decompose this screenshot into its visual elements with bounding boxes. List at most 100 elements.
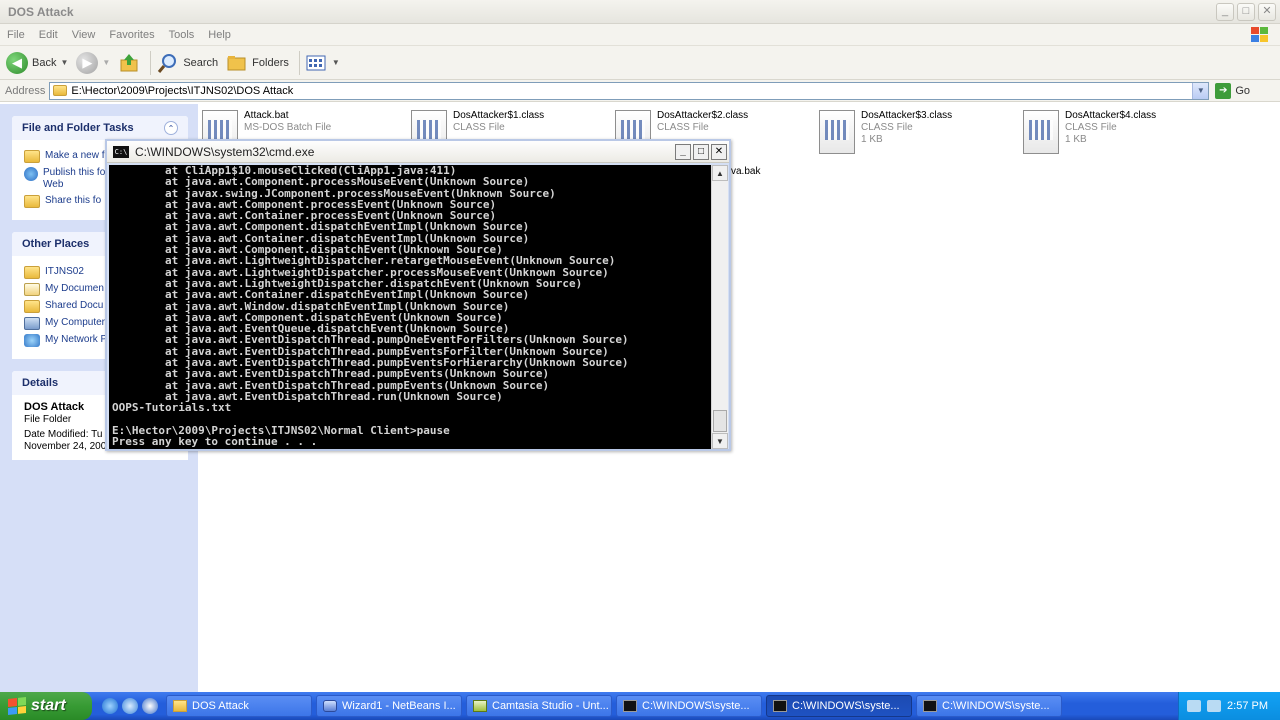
search-button[interactable]: Search — [157, 52, 218, 74]
cmd-titlebar[interactable]: C:\ C:\WINDOWS\system32\cmd.exe _ □ ✕ — [107, 141, 729, 163]
close-button[interactable]: ✕ — [1258, 2, 1276, 21]
console-output: at CliApp1$10.mouseClicked(CliApp1.java:… — [109, 165, 713, 447]
console-line: at java.awt.LightweightDispatcher.retarg… — [112, 254, 616, 268]
address-bar: Address E:\Hector\2009\Projects\ITJNS02\… — [0, 80, 1280, 102]
forward-button[interactable]: ▶ ▼ — [76, 51, 110, 74]
views-button[interactable]: ▼ — [306, 54, 340, 72]
file-type: CLASS File — [1065, 122, 1117, 133]
start-button[interactable]: start — [0, 692, 92, 720]
folder-icon — [173, 700, 187, 712]
menu-view[interactable]: View — [65, 29, 103, 41]
panel-title: Other Places — [22, 238, 90, 250]
console-line: Press any key to continue . . . — [112, 435, 318, 449]
folders-button[interactable]: Folders — [226, 53, 289, 73]
internet-explorer-icon[interactable] — [102, 698, 118, 714]
scroll-up-icon[interactable]: ▲ — [712, 165, 728, 181]
taskbar-button[interactable]: C:\WINDOWS\syste... — [766, 695, 912, 717]
forward-dropdown-icon[interactable]: ▼ — [102, 58, 110, 67]
taskbar-button[interactable]: Camtasia Studio - Unt... — [466, 695, 612, 717]
cmd-scrollbar[interactable]: ▲ ▼ — [711, 165, 728, 449]
taskbar-button[interactable]: Wizard1 - NetBeans I... — [316, 695, 462, 717]
clock[interactable]: 2:57 PM — [1227, 700, 1268, 712]
file-item[interactable]: DosAttacker$4.class CLASS File 1 KB — [1023, 110, 1156, 154]
file-type: CLASS File — [861, 122, 913, 133]
window-controls: _ □ ✕ — [1216, 2, 1276, 21]
task-label-cont: Web — [43, 179, 64, 190]
collapse-icon[interactable]: ⌃ — [164, 121, 178, 135]
toolbar-separator — [298, 50, 300, 75]
up-folder-button[interactable] — [118, 52, 140, 74]
address-dropdown-icon[interactable]: ▼ — [1192, 82, 1209, 99]
maximize-button[interactable]: □ — [1237, 2, 1255, 21]
taskbar-button[interactable]: C:\WINDOWS\syste... — [616, 695, 762, 717]
back-label: Back — [32, 56, 57, 69]
cmd-icon — [623, 700, 637, 712]
task-label: Make a new f — [45, 150, 105, 161]
taskbar-button-label: C:\WINDOWS\syste... — [642, 700, 750, 712]
start-label: start — [31, 697, 66, 714]
cmd-minimize-button[interactable]: _ — [675, 143, 691, 160]
folder-icon — [24, 150, 40, 163]
netbeans-icon — [323, 700, 337, 712]
address-path: E:\Hector\2009\Projects\ITJNS02\DOS Atta… — [71, 84, 294, 97]
volume-tray-icon[interactable] — [1207, 700, 1222, 712]
file-size: 1 KB — [1065, 134, 1087, 145]
folder-icon — [53, 85, 68, 96]
browser-icon[interactable] — [122, 698, 138, 714]
cmd-console[interactable]: at CliApp1$10.mouseClicked(CliApp1.java:… — [109, 165, 713, 449]
taskbar-button[interactable]: DOS Attack — [166, 695, 312, 717]
search-label: Search — [183, 56, 219, 69]
taskbar-button[interactable]: C:\WINDOWS\syste... — [916, 695, 1062, 717]
file-item[interactable]: va.bak — [731, 166, 760, 178]
back-arrow-icon: ◀ — [6, 51, 28, 74]
go-arrow-icon: ➔ — [1215, 82, 1232, 99]
quick-launch — [102, 698, 158, 714]
explorer-titlebar[interactable]: DOS Attack _ □ ✕ — [0, 0, 1280, 24]
file-item[interactable]: DosAttacker$3.class CLASS File 1 KB — [819, 110, 952, 154]
toolbar: ◀ Back ▼ ▶ ▼ Search Folders ▼ — [0, 46, 1280, 80]
scroll-down-icon[interactable]: ▼ — [712, 433, 728, 449]
file-name: DosAttacker$1.class — [453, 110, 545, 121]
file-folder-tasks-header[interactable]: File and Folder Tasks ⌃ — [12, 116, 188, 140]
go-label: Go — [1235, 84, 1251, 97]
minimize-button[interactable]: _ — [1216, 2, 1234, 21]
computer-icon — [24, 317, 40, 330]
folders-label: Folders — [252, 56, 289, 69]
file-name: DosAttacker$2.class — [657, 110, 749, 121]
taskbar-buttons: DOS Attack Wizard1 - NetBeans I... Camtasi… — [166, 695, 1066, 717]
cmd-icon — [773, 700, 787, 712]
scroll-thumb[interactable] — [713, 410, 727, 432]
console-line: at java.awt.Container.dispatchEventImpl(… — [112, 288, 530, 302]
menu-favorites[interactable]: Favorites — [102, 29, 161, 41]
console-line: at java.awt.Component.processMouseEvent(… — [112, 175, 530, 189]
windows-flag-icon — [8, 697, 26, 715]
console-line: at java.awt.EventDispatchThread.pumpEven… — [112, 367, 550, 381]
network-tray-icon[interactable] — [1187, 700, 1202, 712]
go-button[interactable]: ➔ Go — [1215, 82, 1251, 99]
task-label: Publish this fo — [43, 167, 106, 178]
windows-logo-icon — [1251, 27, 1268, 42]
back-dropdown-icon[interactable]: ▼ — [60, 58, 68, 67]
camtasia-icon — [473, 700, 487, 712]
globe-icon — [24, 167, 38, 181]
menu-tools[interactable]: Tools — [162, 29, 202, 41]
folder-icon — [24, 266, 40, 279]
menu-file[interactable]: File — [0, 29, 32, 41]
window-title: DOS Attack — [8, 4, 74, 19]
taskbar-button-label: DOS Attack — [192, 700, 249, 712]
back-button[interactable]: ◀ Back ▼ — [6, 51, 68, 74]
taskbar: start DOS Attack Wizard1 - NetBeans I... C… — [0, 692, 1280, 720]
address-input[interactable]: E:\Hector\2009\Projects\ITJNS02\DOS Atta… — [49, 81, 1210, 100]
search-icon — [158, 53, 177, 73]
panel-title: Details — [22, 377, 59, 389]
place-label: Shared Docu — [45, 300, 104, 311]
media-player-icon[interactable] — [142, 698, 158, 714]
menu-help[interactable]: Help — [201, 29, 238, 41]
file-type: MS-DOS Batch File — [244, 122, 332, 133]
cmd-maximize-button[interactable]: □ — [693, 143, 709, 160]
cmd-icon: C:\ — [113, 145, 129, 158]
views-dropdown-icon: ▼ — [331, 58, 340, 67]
cmd-close-button[interactable]: ✕ — [711, 143, 727, 160]
menu-edit[interactable]: Edit — [32, 29, 65, 41]
cmd-title: C:\WINDOWS\system32\cmd.exe — [135, 144, 315, 159]
